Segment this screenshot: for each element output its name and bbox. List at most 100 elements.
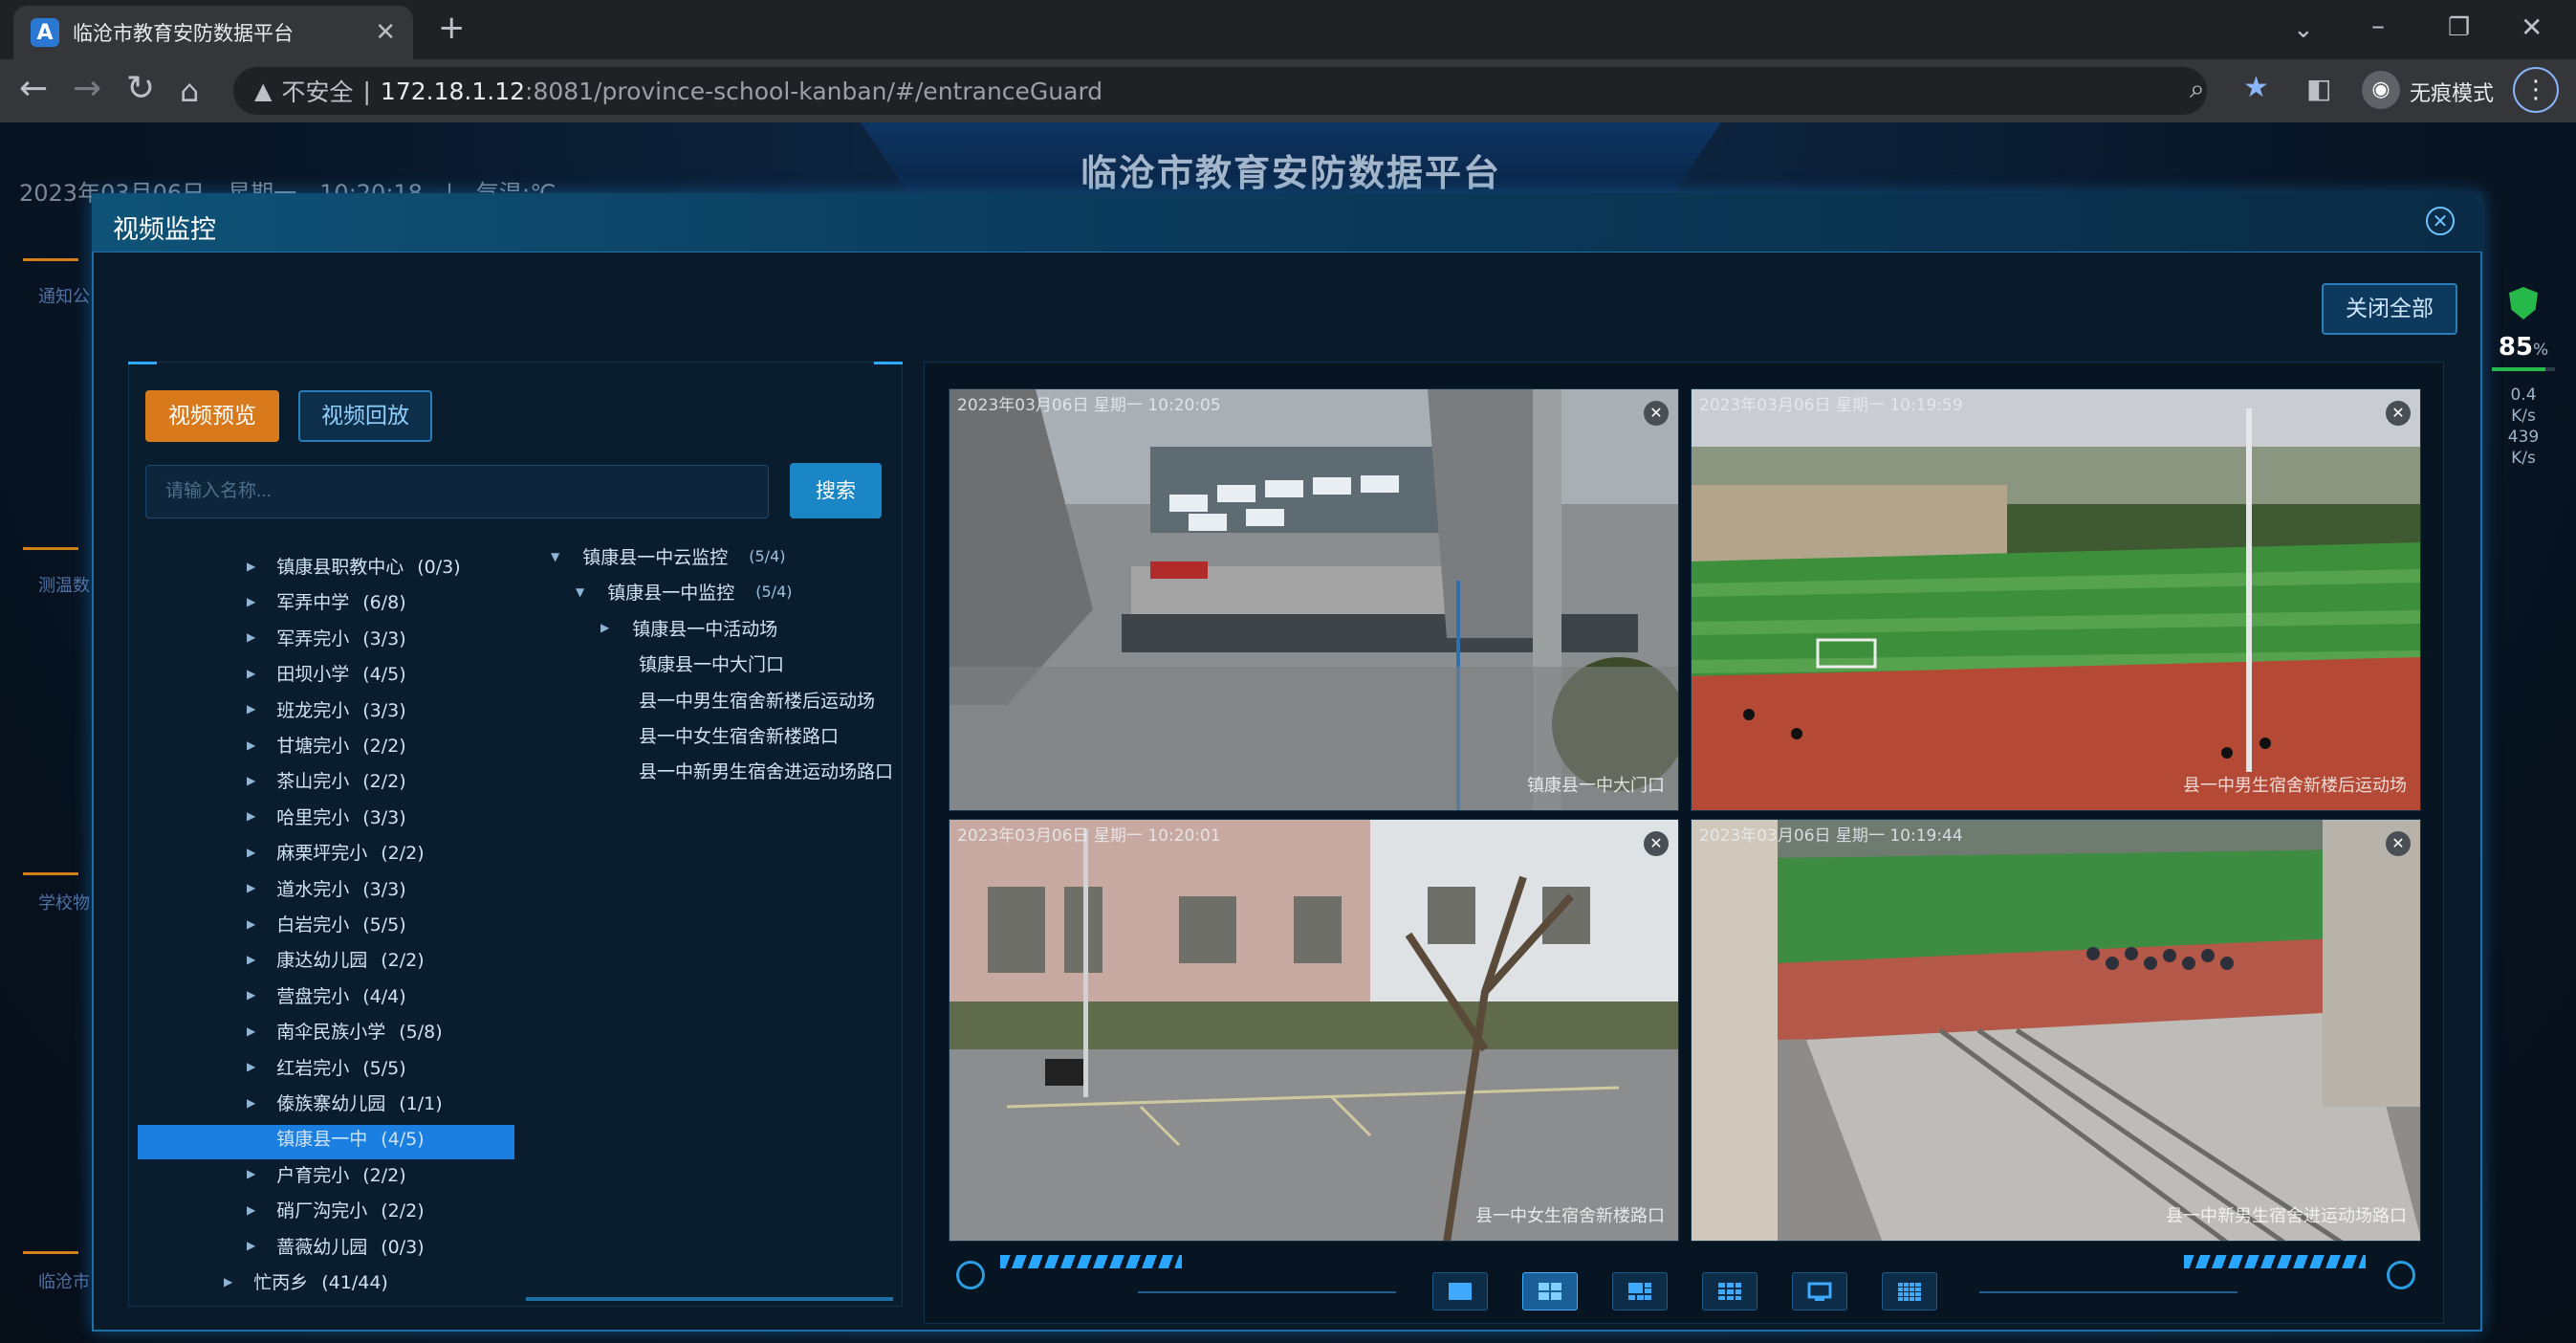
tree-node[interactable]: ▶ 营盘完小 (4/4) [247,982,406,1008]
tree-node[interactable]: ▶ 镇康县职教中心 (0/3) [247,553,461,579]
tree-node-count: (2/2) [362,771,406,793]
expand-arrow-icon[interactable]: ▶ [247,560,255,573]
network-stats: 85% 0.4 K/s 439 K/s [2482,287,2565,469]
tab-title: 临沧市教育安防数据平台 [73,22,294,45]
side-divider [23,1251,78,1254]
layout-1-grid-icon[interactable] [1432,1272,1488,1310]
browser-tab[interactable]: A 临沧市教育安防数据平台 ✕ [13,6,413,59]
tree-node[interactable]: ▶ 田坝小学 (4/5) [247,660,406,686]
video-close-icon[interactable]: ✕ [1644,831,1669,856]
video-close-icon[interactable]: ✕ [1644,401,1669,426]
video-cell[interactable]: 2023年03月06日 星期一 10:20:05 镇康县一中大门口 ✕ [949,388,1679,811]
new-tab-button[interactable]: + [438,11,466,44]
camera-tree-node[interactable]: ▶ 镇康县一中活动场 [600,615,777,641]
camera-tree-node[interactable]: 镇康县一中大门口 [639,650,784,676]
expand-arrow-icon[interactable]: ▶ [247,917,255,931]
search-button[interactable]: 搜索 [790,463,882,518]
expand-arrow-icon[interactable]: ▶ [224,1275,232,1288]
expand-arrow-icon[interactable]: ▶ [247,1239,255,1252]
address-bar[interactable]: ▲ 不安全 | 172.18.1.12:8081/province-school… [233,67,2207,115]
collapse-arrow-icon[interactable]: ▼ [576,585,584,599]
expand-arrow-icon[interactable]: ▶ [247,809,255,823]
back-arrow-icon[interactable]: ← [19,69,48,108]
camera-tree-node[interactable]: 县一中男生宿舍新楼后运动场 [639,687,875,713]
fullscreen-icon[interactable] [1792,1272,1847,1310]
expand-arrow-icon[interactable]: ▶ [247,1203,255,1217]
video-close-icon[interactable]: ✕ [2386,831,2411,856]
tab-close-icon[interactable]: ✕ [375,18,396,47]
layout-9-grid-icon[interactable] [1702,1272,1757,1310]
tree-node-count: (1/1) [399,1093,443,1114]
tree-node[interactable]: ▶ 茶山完小 (2/2) [247,767,406,793]
zoom-icon[interactable]: ⌕ [2190,73,2205,105]
tree-node[interactable]: ▶ 蔷薇幼儿园 (0/3) [247,1233,425,1259]
tree-node[interactable]: ▶ 军弄中学 (6/8) [247,588,406,614]
tree-node[interactable]: ▶ 军弄完小 (3/3) [247,625,406,650]
expand-arrow-icon[interactable]: ▶ [247,667,255,680]
tree-node-count: (5/5) [362,1057,406,1079]
expand-arrow-icon[interactable]: ▶ [247,846,255,859]
video-cell[interactable]: 2023年03月06日 星期一 10:20:01 县一中女生宿舍新楼路口 ✕ [949,819,1679,1242]
camera-tree-node[interactable]: ▼ 镇康县一中监控 (5/4) [576,579,792,605]
tab-video-playback[interactable]: 视频回放 [298,390,432,442]
close-all-button[interactable]: 关闭全部 [2322,283,2457,335]
restore-icon[interactable]: ❐ [2448,11,2470,44]
expand-arrow-icon[interactable]: ▶ [247,881,255,894]
tree-node-label: 白岩完小 [276,914,350,936]
layout-16-grid-icon[interactable] [1882,1272,1937,1310]
expand-arrow-icon[interactable]: ▶ [247,953,255,966]
tree-node[interactable]: ▶镇康县一中(4/5) [247,1125,424,1151]
tree-node[interactable]: ▶ 户育完小 (2/2) [247,1161,406,1187]
browser-menu-icon[interactable]: ⋮ [2513,67,2559,113]
expand-arrow-icon[interactable]: ▶ [600,621,609,634]
incognito-icon[interactable]: ◉ [2362,71,2400,109]
tree-node[interactable]: ▶ 红岩完小 (5/5) [247,1054,406,1080]
reload-icon[interactable]: ↻ [126,69,155,108]
tree-node[interactable]: ▶ 傣族寨幼儿园 (1/1) [247,1090,443,1115]
home-icon[interactable]: ⌂ [180,73,199,109]
tree-node[interactable]: ▶ 道水完小 (3/3) [247,875,406,901]
expand-arrow-icon[interactable]: ▶ [247,738,255,752]
tree-node[interactable]: ▶ 忙丙乡 (41/44) [224,1268,388,1294]
tree-node[interactable]: ▶ 哈里完小 (3/3) [247,804,406,829]
tree-scrollbar[interactable] [526,1297,893,1301]
tab-video-preview[interactable]: 视频预览 [145,390,279,442]
side-panel-icon[interactable]: ◧ [2306,73,2331,104]
forward-arrow-icon[interactable]: → [73,69,101,108]
search-input[interactable] [145,465,769,518]
expand-arrow-icon[interactable]: ▶ [247,1060,255,1073]
tree-node[interactable]: ▶ 麻栗坪完小 (2/2) [247,839,425,865]
expand-arrow-icon[interactable]: ▶ [247,1024,255,1038]
camera-tree-node[interactable]: 县一中新男生宿舍进运动场路口 [639,758,893,783]
modal-close-icon[interactable]: ✕ [2426,207,2455,235]
expand-arrow-icon[interactable]: ▶ [247,702,255,716]
layout-4-grid-icon[interactable] [1522,1272,1578,1310]
video-cell[interactable]: 2023年03月06日 星期一 10:19:59 县一中男生宿舍新楼后运动场 ✕ [1691,388,2421,811]
collapse-arrow-icon[interactable]: ▼ [551,550,559,563]
profile-label[interactable]: 无痕模式 [2410,77,2494,107]
tree-node[interactable]: ▶ 南伞民族小学 (5/8) [247,1018,443,1044]
expand-arrow-icon[interactable]: ▶ [247,1096,255,1110]
expand-arrow-icon[interactable]: ▶ [247,1167,255,1180]
window-close-icon[interactable]: ✕ [2521,11,2543,44]
bookmark-star-icon[interactable]: ★ [2243,71,2269,104]
minimize-icon[interactable]: – [2371,10,2385,42]
expand-arrow-icon[interactable]: ▶ [247,988,255,1002]
expand-arrow-icon[interactable]: ▶ [247,595,255,608]
video-close-icon[interactable]: ✕ [2386,401,2411,426]
tree-node[interactable]: ▶ 班龙完小 (3/3) [247,696,406,722]
next-page-icon[interactable] [2387,1261,2415,1289]
video-cell[interactable]: 2023年03月06日 星期一 10:19:44 县一中新男生宿舍进运动场路口 … [1691,819,2421,1242]
tab-search-chevron-icon[interactable]: ⌄ [2293,13,2314,46]
expand-arrow-icon[interactable]: ▶ [247,630,255,644]
tree-node[interactable]: ▶ 甘塘完小 (2/2) [247,732,406,758]
tree-node-label: 军弄中学 [276,592,350,614]
camera-tree-node[interactable]: ▼ 镇康县一中云监控 (5/4) [551,543,785,569]
prev-page-icon[interactable] [956,1261,985,1289]
camera-tree-node[interactable]: 县一中女生宿舍新楼路口 [639,722,839,748]
tree-node[interactable]: ▶ 硝厂沟完小 (2/2) [247,1197,425,1222]
tree-node[interactable]: ▶ 白岩完小 (5/5) [247,911,406,936]
expand-arrow-icon[interactable]: ▶ [247,774,255,787]
tree-node[interactable]: ▶ 康达幼儿园 (2/2) [247,946,425,972]
layout-6-grid-icon[interactable] [1612,1272,1668,1310]
